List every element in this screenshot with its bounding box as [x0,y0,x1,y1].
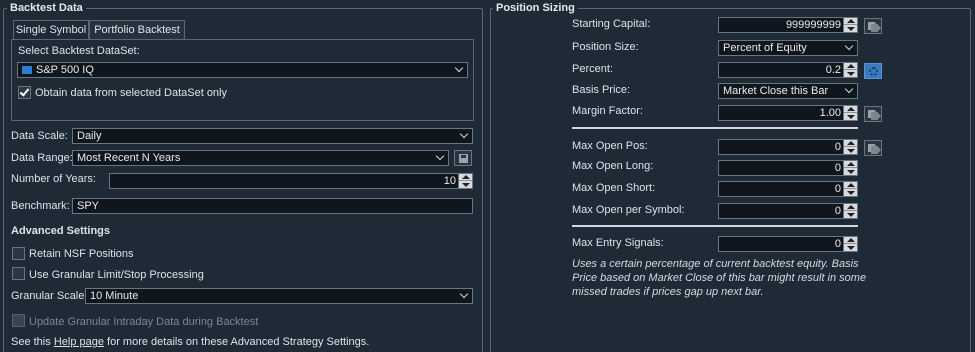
granular-scale-dropdown[interactable]: 10 Minute [85,288,473,304]
spinner-icon[interactable] [843,182,857,196]
max-open-long-input[interactable]: 0 [718,160,858,176]
help-text: See this Help page for more details on t… [11,335,369,349]
data-scale-label: Data Scale: [11,130,68,142]
help-prefix: See this [11,336,54,348]
max-entry-signals-value: 0 [834,238,841,250]
save-range-button[interactable] [454,150,472,166]
position-size-value: Percent of Equity [723,42,807,54]
max-open-per-symbol-input[interactable]: 0 [718,203,858,219]
chevron-down-icon [459,129,469,139]
percent-optimize-button[interactable] [864,63,882,79]
advanced-settings-title: Advanced Settings [11,225,111,237]
max-entry-signals-label: Max Entry Signals: [572,237,664,249]
basis-price-value: Market Close this Bar [723,85,829,97]
percent-label: Percent: [572,63,613,75]
margin-factor-value: 1.00 [819,107,841,119]
max-open-short-label: Max Open Short: [572,182,656,194]
max-open-per-symbol-value: 0 [834,205,841,217]
max-open-pos-label: Max Open Pos: [572,140,648,152]
spinner-icon[interactable] [843,237,857,251]
tab-portfolio-backtest-label: Portfolio Backtest [94,24,180,36]
max-entry-signals-input[interactable]: 0 [718,236,858,252]
chevron-down-icon [459,289,469,299]
max-open-pos-tag-button[interactable] [864,140,882,156]
update-granular-checkbox[interactable] [12,314,25,327]
separator-1 [572,127,858,129]
update-granular-label: Update Granular Intraday Data during Bac… [29,316,259,328]
sp500-icon [22,66,32,74]
benchmark-input[interactable]: SPY [72,198,473,214]
retain-nsf-checkbox[interactable] [12,247,25,260]
select-dataset-label: Select Backtest DataSet: [18,45,140,57]
help-page-link[interactable]: Help page [54,336,104,348]
basis-price-dropdown[interactable]: Market Close this Bar [718,83,858,99]
spinner-icon[interactable] [843,161,857,175]
starting-capital-label: Starting Capital: [572,18,651,30]
obtain-data-label: Obtain data from selected DataSet only [35,87,227,99]
gear-icon [869,67,878,76]
dataset-dropdown[interactable]: S&P 500 IQ [17,62,468,78]
basis-price-label: Basis Price: [572,84,631,96]
position-size-label: Position Size: [572,41,639,53]
checkmark-icon [19,86,30,97]
position-sizing-title: Position Sizing [493,1,578,15]
starting-capital-tag-button[interactable] [864,18,882,34]
backtest-data-title: Backtest Data [7,1,86,15]
granular-scale-label: Granular Scale [11,290,85,302]
separator-2 [572,225,858,227]
position-size-note-line1: Uses a certain percentage of current bac… [572,258,859,270]
data-range-dropdown[interactable]: Most Recent N Years [72,150,449,166]
max-open-short-input[interactable]: 0 [718,181,858,197]
margin-factor-label: Margin Factor: [572,105,643,117]
chevron-down-icon [844,84,854,94]
tab-portfolio-backtest[interactable]: Portfolio Backtest [89,20,185,40]
margin-factor-input[interactable]: 1.00 [718,105,858,121]
tab-single-symbol-label: Single Symbol [15,24,87,36]
spinner-icon[interactable] [843,106,857,120]
chevron-down-icon [435,151,445,161]
chevron-down-icon [844,41,854,51]
data-range-value: Most Recent N Years [77,152,181,164]
max-open-per-symbol-label: Max Open per Symbol: [572,204,685,216]
data-scale-value: Daily [77,130,102,142]
data-scale-dropdown[interactable]: Daily [72,128,473,144]
num-years-label: Number of Years: [11,173,96,185]
max-open-long-value: 0 [834,162,841,174]
position-size-note-line2: Price based on Market Close of this bar … [572,272,867,284]
spinner-icon[interactable] [458,174,472,188]
granular-scale-value: 10 Minute [90,290,139,302]
save-icon [459,154,468,163]
spinner-icon[interactable] [843,18,857,32]
benchmark-label: Benchmark: [11,200,70,212]
spinner-icon[interactable] [843,63,857,77]
num-years-input[interactable]: 10 [109,173,473,189]
granular-limit-checkbox[interactable] [12,267,25,280]
percent-value: 0.2 [825,64,841,76]
help-suffix: for more details on these Advanced Strat… [103,336,370,348]
spinner-icon[interactable] [843,140,857,154]
margin-factor-tag-button[interactable] [864,106,882,122]
tab-single-symbol[interactable]: Single Symbol [13,20,89,40]
position-sizing-group: Position Sizing [490,1,971,352]
position-size-dropdown[interactable]: Percent of Equity [718,40,858,56]
num-years-value: 10 [443,175,456,187]
obtain-data-checkbox[interactable] [18,86,31,99]
max-open-short-value: 0 [834,183,841,195]
granular-limit-label: Use Granular Limit/Stop Processing [29,269,204,281]
max-open-long-label: Max Open Long: [572,160,654,172]
starting-capital-input[interactable]: 999999999 [718,17,858,33]
position-size-note-line3: missed trades if prices gap up next bar. [572,286,764,298]
benchmark-value: SPY [77,200,100,212]
dataset-value: S&P 500 IQ [36,64,94,76]
spinner-icon[interactable] [843,204,857,218]
percent-input[interactable]: 0.2 [718,62,858,78]
chevron-down-icon [454,63,464,73]
data-range-label: Data Range: [11,152,73,164]
retain-nsf-label: Retain NSF Positions [29,248,134,260]
max-open-pos-input[interactable]: 0 [718,139,858,155]
max-open-pos-value: 0 [834,141,841,153]
starting-capital-value: 999999999 [785,19,841,31]
